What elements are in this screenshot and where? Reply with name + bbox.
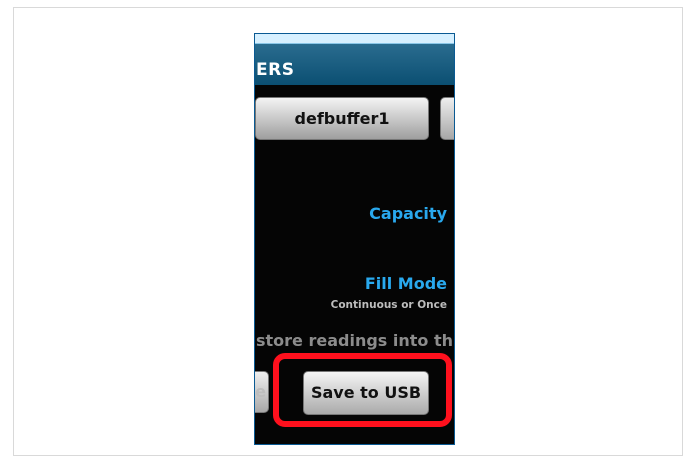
buffer-select-button[interactable]: defbuffer1 — [255, 97, 429, 140]
readings-instruction-text: store readings into th — [256, 331, 454, 350]
title-bar: ERS — [255, 43, 454, 85]
screen-title: ERS — [256, 60, 295, 80]
instrument-screen: ERS defbuffer1 Capacity Fill Mode Contin… — [255, 34, 454, 444]
save-to-usb-button[interactable]: Save to USB — [303, 371, 429, 415]
side-button[interactable] — [440, 97, 454, 140]
screen-top-strip — [255, 34, 454, 43]
fill-mode-help-text: Continuous or Once — [330, 299, 447, 311]
left-partial-button[interactable]: e — [255, 371, 269, 413]
capacity-label: Capacity — [369, 204, 447, 223]
fill-mode-label: Fill Mode — [364, 274, 447, 293]
page: ERS defbuffer1 Capacity Fill Mode Contin… — [0, 0, 689, 458]
